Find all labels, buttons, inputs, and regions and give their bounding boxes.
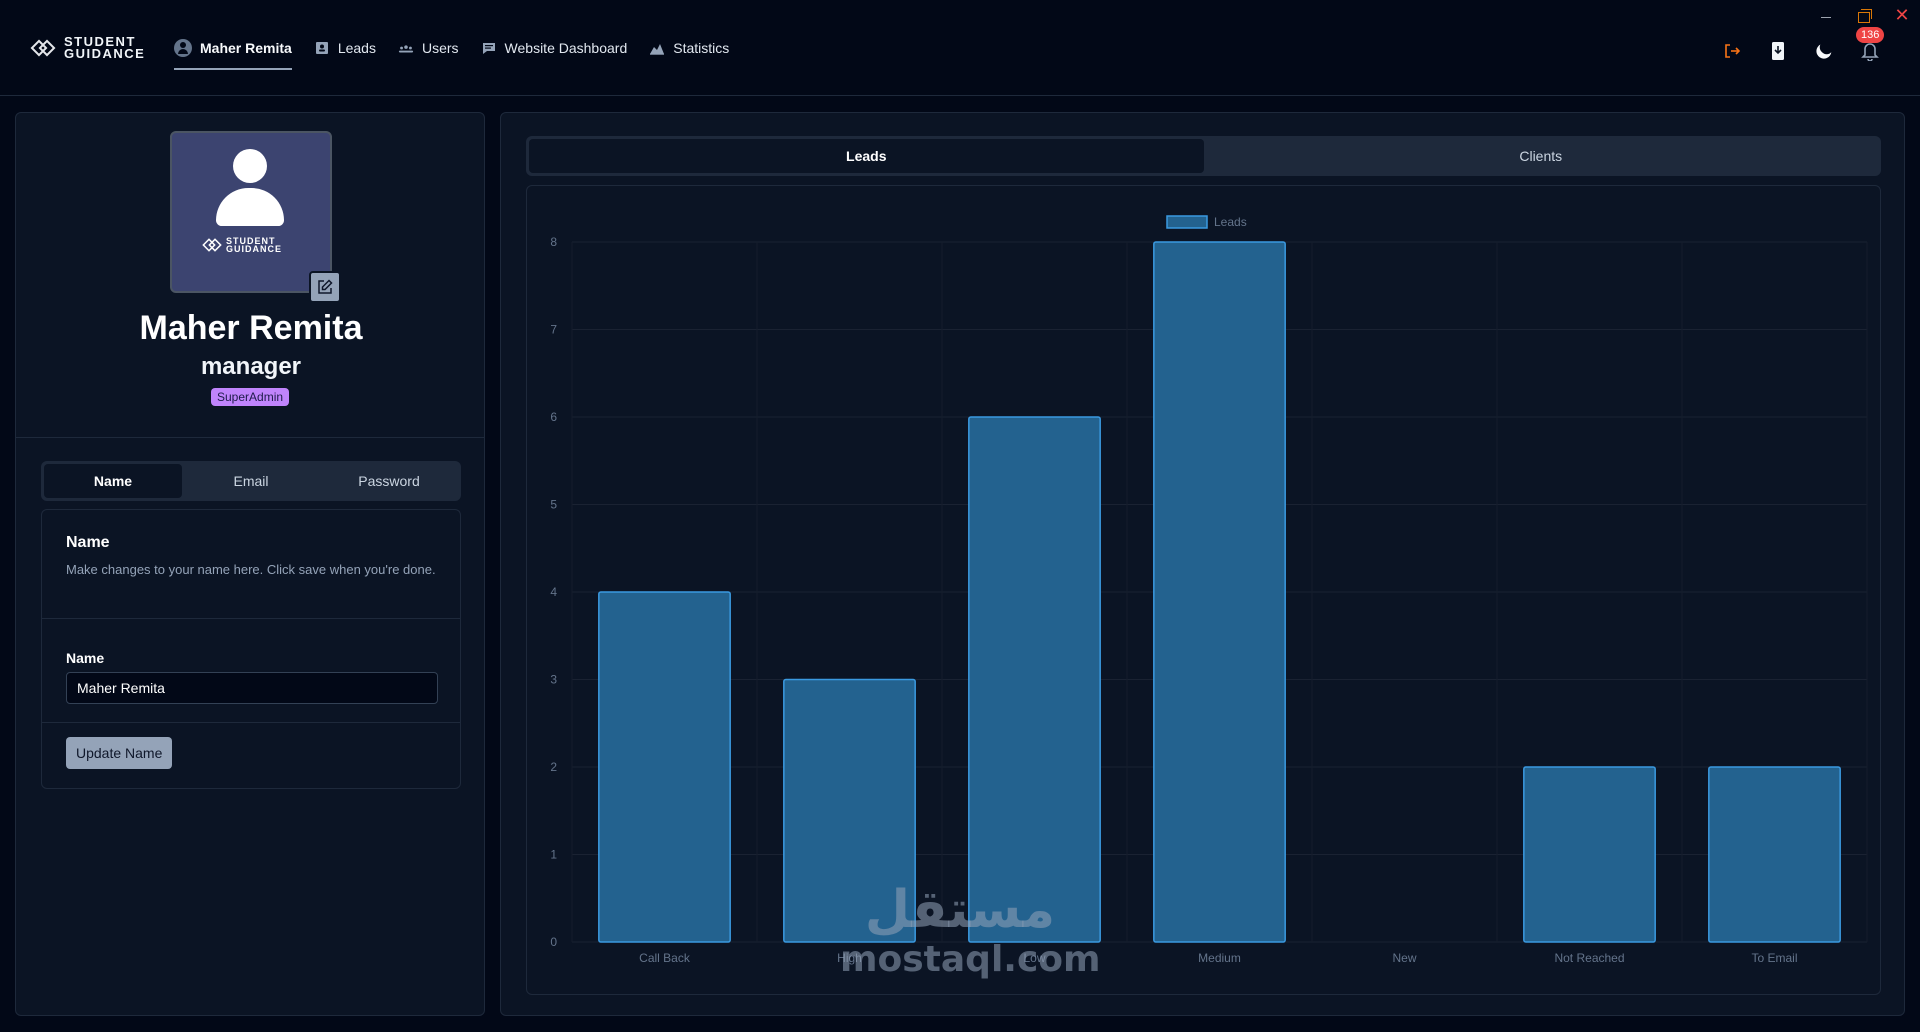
avatar-head-shape	[233, 149, 267, 183]
nav-item-website-dashboard[interactable]: Website Dashboard	[481, 28, 628, 68]
download-icon[interactable]	[1768, 41, 1788, 61]
nav-item-label: Maher Remita	[200, 40, 292, 56]
name-field-label: Name	[66, 650, 105, 666]
nav-item-label: Users	[421, 40, 459, 56]
y-tick-label: 3	[550, 673, 557, 687]
logo-mark-icon	[202, 238, 222, 252]
tab-leads[interactable]: Leads	[529, 139, 1204, 173]
y-tick-label: 5	[550, 498, 557, 512]
bar	[1523, 766, 1656, 943]
profile-tabs: Name Email Password	[41, 461, 461, 501]
profile-panel: STUDENT GUIDANCE Maher Remita manager Su…	[15, 112, 485, 1016]
header-actions: 136	[1722, 27, 1885, 61]
profile-name: Maher Remita	[139, 309, 363, 347]
y-tick-label: 0	[550, 935, 557, 949]
contact-book-icon	[314, 40, 330, 56]
bar	[1153, 241, 1286, 943]
x-tick-label: Not Reached	[1554, 951, 1624, 965]
statistics-panel: Leads Clients 0 1 2 3 4 5 6 7 8 Call Back High Low M…	[500, 112, 1905, 1016]
nav-item-leads[interactable]: Leads	[314, 28, 376, 68]
role-badge: SuperAdmin	[211, 388, 290, 406]
profile-picture: STUDENT GUIDANCE	[170, 131, 332, 293]
update-name-button[interactable]: Update Name	[66, 737, 173, 769]
tab-password[interactable]: Password	[320, 464, 458, 498]
name-card: Name Make changes to your name here. Cli…	[41, 509, 461, 789]
nav-item-label: Leads	[337, 40, 376, 56]
bar	[1708, 766, 1841, 943]
nav-item-users[interactable]: Users	[398, 28, 459, 68]
nav-item-profile[interactable]: Maher Remita	[174, 28, 292, 70]
legend-swatch	[1166, 215, 1208, 229]
x-tick-label: Call Back	[639, 951, 691, 965]
card-description: Make changes to your name here. Click sa…	[66, 562, 436, 577]
avatar-logo: STUDENT GUIDANCE	[202, 235, 282, 255]
nav-item-statistics[interactable]: Statistics	[649, 28, 729, 68]
y-tick-label: 7	[550, 323, 557, 337]
y-tick-label: 6	[550, 410, 557, 424]
tab-clients[interactable]: Clients	[1204, 139, 1879, 173]
message-square-icon	[481, 40, 497, 56]
avatar-body-shape	[216, 188, 284, 226]
edit-avatar-button[interactable]	[309, 271, 341, 303]
app-logo[interactable]: STUDENT GUIDANCE	[30, 35, 146, 61]
x-tick-label: High	[837, 951, 862, 965]
chart-area-icon	[649, 40, 665, 56]
leads-bar-chart: 0 1 2 3 4 5 6 7 8 Call Back High Low Medium New Not Re…	[550, 215, 1868, 965]
x-tick-label: Medium	[1198, 951, 1241, 965]
avatar-logo-line2: GUIDANCE	[226, 244, 283, 254]
leads-chart: 0 1 2 3 4 5 6 7 8 Call Back High Low Medium New Not Re…	[526, 185, 1881, 995]
card-title: Name	[66, 534, 110, 551]
bar	[598, 591, 731, 943]
name-input[interactable]	[66, 672, 438, 704]
users-group-icon	[398, 40, 414, 56]
edit-icon	[318, 279, 333, 294]
nav-item-label: Statistics	[673, 40, 730, 56]
logo-text: STUDENT GUIDANCE	[64, 35, 146, 61]
moon-icon[interactable]	[1814, 41, 1834, 61]
bar	[783, 678, 916, 943]
y-tick-label: 1	[550, 848, 557, 862]
avatar-logo-text: STUDENT GUIDANCE	[226, 237, 283, 254]
divider	[16, 437, 484, 438]
main-nav: Maher Remita Leads Users Website Dashboa…	[174, 28, 729, 70]
logo-line2: GUIDANCE	[64, 46, 146, 61]
bar	[968, 416, 1101, 943]
user-avatar-icon	[174, 39, 192, 57]
notification-badge: 136	[1856, 27, 1885, 43]
y-tick-label: 8	[550, 235, 557, 249]
logout-icon[interactable]	[1722, 41, 1742, 61]
tab-email[interactable]: Email	[182, 464, 320, 498]
bell-icon[interactable]: 136	[1856, 27, 1885, 61]
y-tick-label: 4	[550, 585, 557, 599]
divider	[42, 618, 460, 619]
tab-name[interactable]: Name	[44, 464, 182, 498]
x-tick-label: Low	[1023, 951, 1045, 965]
stats-tabs: Leads Clients	[526, 136, 1881, 176]
logo-mark-icon	[30, 35, 58, 61]
x-tick-label: To Email	[1751, 951, 1797, 965]
profile-role: manager	[200, 353, 302, 380]
y-tick-label: 2	[550, 760, 557, 774]
divider	[42, 722, 460, 723]
x-tick-label: New	[1392, 951, 1416, 965]
legend-label: Leads	[1214, 215, 1247, 229]
nav-item-label: Website Dashboard	[504, 40, 628, 56]
top-navbar: STUDENT GUIDANCE Maher Remita Leads User…	[0, 0, 1920, 96]
